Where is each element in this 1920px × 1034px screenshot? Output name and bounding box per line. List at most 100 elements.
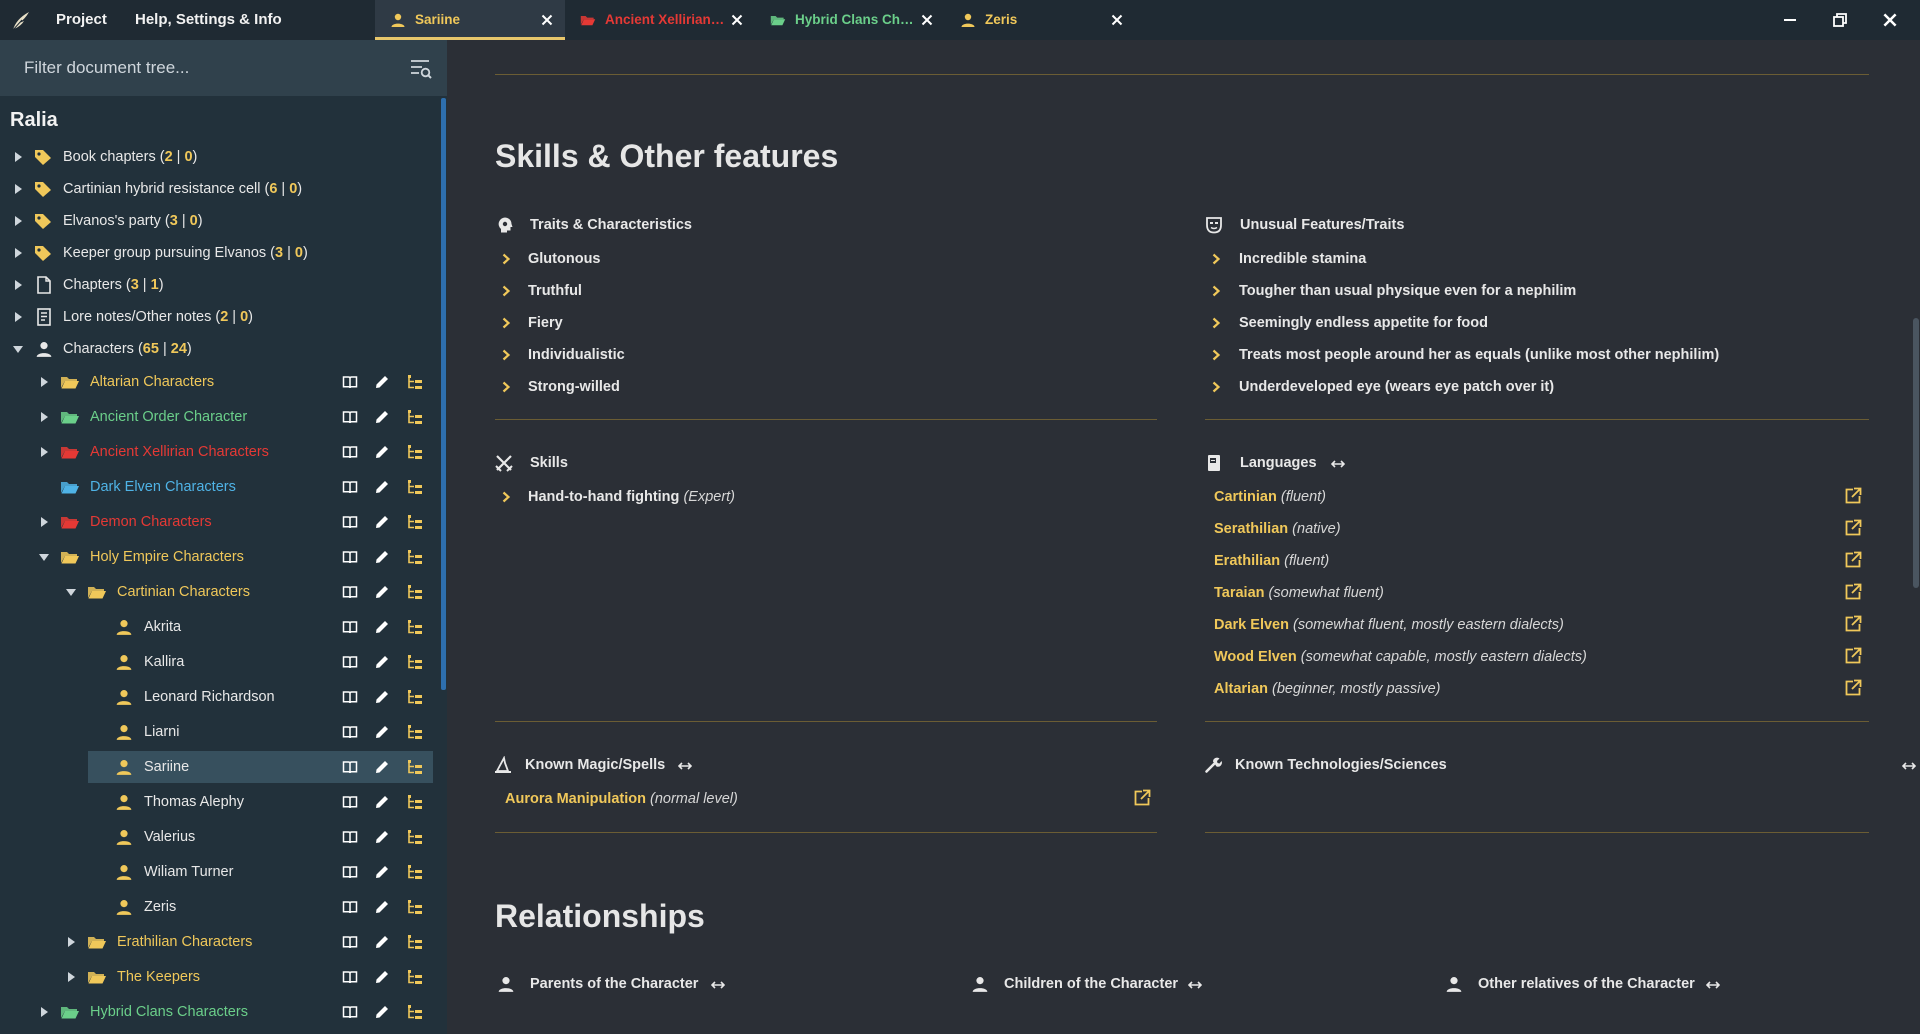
open-external-icon[interactable] xyxy=(1844,615,1862,633)
sidebar-scrollbar-thumb[interactable] xyxy=(441,98,446,690)
edit-pencil-icon[interactable] xyxy=(374,619,390,635)
collapse-arrow-icon[interactable] xyxy=(65,586,77,598)
open-book-icon[interactable] xyxy=(342,724,358,740)
tree-item-keeper-group[interactable]: Keeper group pursuing Elvanos (3 | 0) xyxy=(0,238,440,268)
edit-pencil-icon[interactable] xyxy=(374,374,390,390)
edit-pencil-icon[interactable] xyxy=(374,759,390,775)
open-external-icon[interactable] xyxy=(1844,519,1862,537)
edit-pencil-icon[interactable] xyxy=(374,864,390,880)
tab-sariine[interactable]: Sariine xyxy=(375,0,565,40)
tree-item-chapters[interactable]: Chapters (3 | 1) xyxy=(0,270,440,300)
close-icon[interactable] xyxy=(729,12,745,28)
menu-project[interactable]: Project xyxy=(56,0,107,40)
edit-pencil-icon[interactable] xyxy=(374,479,390,495)
edit-pencil-icon[interactable] xyxy=(374,724,390,740)
open-book-icon[interactable] xyxy=(342,654,358,670)
expand-arrow-icon[interactable] xyxy=(12,183,24,195)
hierarchy-icon[interactable] xyxy=(407,899,423,915)
filter-search-icon[interactable] xyxy=(410,58,432,80)
language-name-link[interactable]: Serathilian xyxy=(1214,521,1288,537)
hierarchy-icon[interactable] xyxy=(407,549,423,565)
close-icon[interactable] xyxy=(539,12,555,28)
expand-horizontal-icon[interactable] xyxy=(1188,980,1202,990)
edit-pencil-icon[interactable] xyxy=(374,899,390,915)
tab-zeris[interactable]: Zeris xyxy=(945,0,1135,40)
expand-arrow-icon[interactable] xyxy=(12,247,24,259)
tree-item-cartinian-characters[interactable]: Cartinian Characters xyxy=(0,577,440,607)
tab-hybrid-clans[interactable]: Hybrid Clans Char... xyxy=(755,0,945,40)
edit-pencil-icon[interactable] xyxy=(374,969,390,985)
hierarchy-icon[interactable] xyxy=(407,374,423,390)
hierarchy-icon[interactable] xyxy=(407,654,423,670)
open-external-icon[interactable] xyxy=(1133,789,1151,807)
expand-arrow-icon[interactable] xyxy=(12,279,24,291)
hierarchy-icon[interactable] xyxy=(407,794,423,810)
hierarchy-icon[interactable] xyxy=(407,864,423,880)
edit-pencil-icon[interactable] xyxy=(374,514,390,530)
open-external-icon[interactable] xyxy=(1844,647,1862,665)
hierarchy-icon[interactable] xyxy=(407,444,423,460)
open-book-icon[interactable] xyxy=(342,934,358,950)
hierarchy-icon[interactable] xyxy=(407,829,423,845)
menu-help-settings-info[interactable]: Help, Settings & Info xyxy=(135,0,282,40)
tree-item-characters[interactable]: Characters (65 | 24) xyxy=(0,334,440,364)
open-book-icon[interactable] xyxy=(342,829,358,845)
tree-item-elvanos-party[interactable]: Elvanos's party (3 | 0) xyxy=(0,206,440,236)
main-scrollbar-thumb[interactable] xyxy=(1913,318,1919,588)
tree-item-ancient-order-character[interactable]: Ancient Order Character xyxy=(0,402,440,432)
tree-item-altarian-characters[interactable]: Altarian Characters xyxy=(0,367,440,397)
tree-item-zeris[interactable]: Zeris xyxy=(0,892,440,922)
open-book-icon[interactable] xyxy=(342,689,358,705)
tree-item-holy-empire-characters[interactable]: Holy Empire Characters xyxy=(0,542,440,572)
open-book-icon[interactable] xyxy=(342,619,358,635)
edit-pencil-icon[interactable] xyxy=(374,444,390,460)
open-book-icon[interactable] xyxy=(342,514,358,530)
filter-document-tree-input[interactable] xyxy=(0,40,400,96)
expand-arrow-icon[interactable] xyxy=(38,446,50,458)
open-book-icon[interactable] xyxy=(342,899,358,915)
expand-arrow-icon[interactable] xyxy=(65,971,77,983)
tree-item-ancient-xellirian-characters[interactable]: Ancient Xellirian Characters xyxy=(0,437,440,467)
expand-horizontal-icon[interactable] xyxy=(1331,459,1345,469)
open-book-icon[interactable] xyxy=(342,409,358,425)
hierarchy-icon[interactable] xyxy=(407,969,423,985)
language-name-link[interactable]: Altarian xyxy=(1214,681,1268,697)
spell-name-link[interactable]: Aurora Manipulation xyxy=(505,791,646,807)
open-book-icon[interactable] xyxy=(342,444,358,460)
expand-arrow-icon[interactable] xyxy=(38,411,50,423)
hierarchy-icon[interactable] xyxy=(407,1004,423,1020)
tree-item-thomas-alephy[interactable]: Thomas Alephy xyxy=(0,787,440,817)
open-book-icon[interactable] xyxy=(342,864,358,880)
open-book-icon[interactable] xyxy=(342,1004,358,1020)
edit-pencil-icon[interactable] xyxy=(374,409,390,425)
hierarchy-icon[interactable] xyxy=(407,479,423,495)
tree-item-dark-elven-characters[interactable]: Dark Elven Characters xyxy=(0,472,440,502)
tree-item-valerius[interactable]: Valerius xyxy=(0,822,440,852)
tree-item-demon-characters[interactable]: Demon Characters xyxy=(0,507,440,537)
tree-item-erathilian-characters[interactable]: Erathilian Characters xyxy=(0,927,440,957)
open-book-icon[interactable] xyxy=(342,584,358,600)
hierarchy-icon[interactable] xyxy=(407,619,423,635)
open-external-icon[interactable] xyxy=(1844,583,1862,601)
hierarchy-icon[interactable] xyxy=(407,724,423,740)
open-book-icon[interactable] xyxy=(342,479,358,495)
expand-arrow-icon[interactable] xyxy=(12,151,24,163)
expand-arrow-icon[interactable] xyxy=(12,311,24,323)
expand-horizontal-icon[interactable] xyxy=(1706,980,1720,990)
open-external-icon[interactable] xyxy=(1844,679,1862,697)
tab-ancient-xellirian[interactable]: Ancient Xellirian C... xyxy=(565,0,755,40)
edit-pencil-icon[interactable] xyxy=(374,829,390,845)
close-icon[interactable] xyxy=(919,12,935,28)
open-book-icon[interactable] xyxy=(342,374,358,390)
expand-arrow-icon[interactable] xyxy=(65,936,77,948)
tree-item-lore-notes[interactable]: Lore notes/Other notes (2 | 0) xyxy=(0,302,440,332)
open-book-icon[interactable] xyxy=(342,794,358,810)
edit-pencil-icon[interactable] xyxy=(374,934,390,950)
expand-arrow-icon[interactable] xyxy=(38,516,50,528)
tree-item-wiliam-turner[interactable]: Wiliam Turner xyxy=(0,857,440,887)
tree-item-the-keepers[interactable]: The Keepers xyxy=(0,962,440,992)
hierarchy-icon[interactable] xyxy=(407,514,423,530)
expand-arrow-icon[interactable] xyxy=(38,1006,50,1018)
edit-pencil-icon[interactable] xyxy=(374,584,390,600)
hierarchy-icon[interactable] xyxy=(407,689,423,705)
